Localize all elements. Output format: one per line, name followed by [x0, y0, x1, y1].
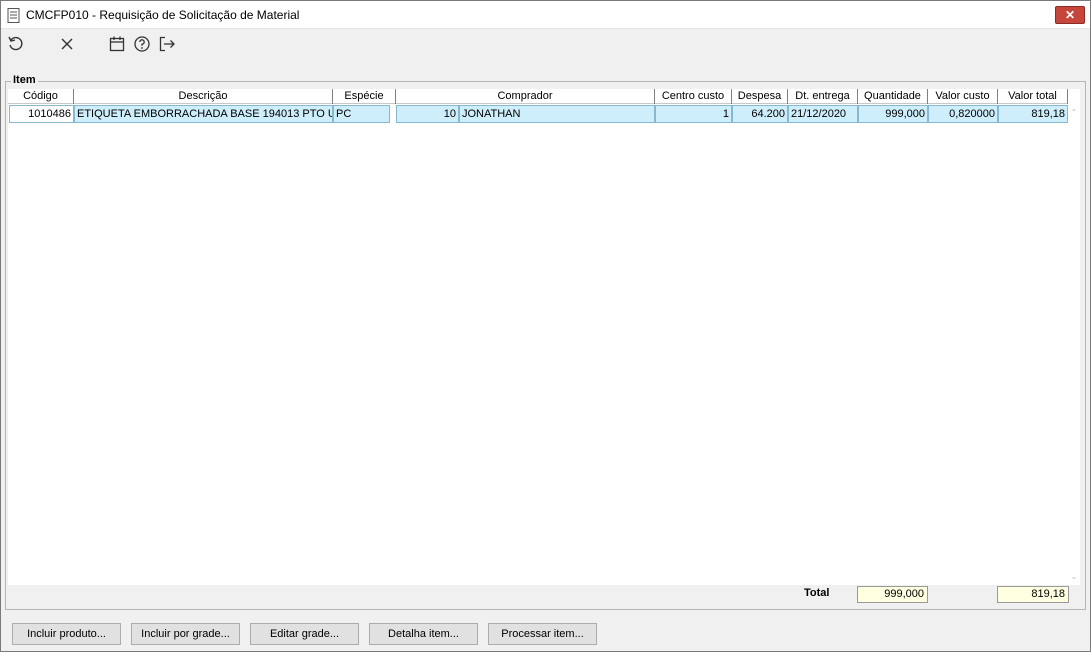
cell-despesa[interactable]: 64.200 — [732, 105, 788, 123]
cell-descricao[interactable]: ETIQUETA EMBORRACHADA BASE 194013 PTO U — [74, 105, 333, 123]
processar-item-button[interactable]: Processar item... — [488, 623, 597, 645]
column-header-valor-custo[interactable]: Valor custo — [928, 89, 998, 104]
calendar-icon[interactable] — [108, 35, 126, 53]
vertical-scrollbar[interactable]: ⌃ ⌄ — [1068, 105, 1080, 585]
column-header-centro-custo[interactable]: Centro custo — [655, 89, 732, 104]
column-header-especie[interactable]: Espécie — [333, 89, 396, 104]
help-icon[interactable] — [133, 35, 151, 53]
window-close-button[interactable]: ✕ — [1055, 6, 1085, 24]
incluir-por-grade-button[interactable]: Incluir por grade... — [131, 623, 240, 645]
items-grid[interactable]: Código Descrição Espécie Comprador Centr… — [8, 89, 1080, 585]
cell-comprador-codigo[interactable]: 10 — [396, 105, 459, 123]
total-valor: 819,18 — [997, 586, 1069, 603]
cell-valor-total[interactable]: 819,18 — [998, 105, 1068, 123]
column-header-dt-entrega[interactable]: Dt. entrega — [788, 89, 858, 104]
cell-especie[interactable]: PC — [333, 105, 390, 123]
grid-header: Código Descrição Espécie Comprador Centr… — [8, 89, 1068, 104]
scroll-down-icon[interactable]: ⌄ — [1070, 573, 1078, 581]
cell-comprador-nome[interactable]: JONATHAN — [459, 105, 655, 123]
incluir-produto-button[interactable]: Incluir produto... — [12, 623, 121, 645]
main-window: CMCFP010 - Requisição de Solicitação de … — [0, 0, 1091, 652]
close-icon[interactable] — [58, 35, 76, 53]
cell-dt-entrega[interactable]: 21/12/2020 — [788, 105, 858, 123]
window-title: CMCFP010 - Requisição de Solicitação de … — [26, 8, 300, 22]
total-quantidade: 999,000 — [857, 586, 928, 603]
column-header-valor-total[interactable]: Valor total — [998, 89, 1068, 104]
exit-icon[interactable] — [158, 35, 176, 53]
cell-valor-custo[interactable]: 0,820000 — [928, 105, 998, 123]
toolbar — [1, 29, 1090, 59]
undo-icon[interactable] — [7, 35, 25, 53]
table-row[interactable]: 1010486 ETIQUETA EMBORRACHADA BASE 19401… — [9, 105, 1068, 123]
column-header-codigo[interactable]: Código — [8, 89, 74, 104]
column-header-despesa[interactable]: Despesa — [732, 89, 788, 104]
column-header-descricao[interactable]: Descrição — [74, 89, 333, 104]
total-label: Total — [804, 587, 830, 599]
scroll-up-icon[interactable]: ⌃ — [1070, 109, 1078, 117]
detalha-item-button[interactable]: Detalha item... — [369, 623, 478, 645]
cell-centro-custo[interactable]: 1 — [655, 105, 732, 123]
column-header-comprador[interactable]: Comprador — [396, 89, 655, 104]
column-header-quantidade[interactable]: Quantidade — [858, 89, 928, 104]
editar-grade-button[interactable]: Editar grade... — [250, 623, 359, 645]
item-group-legend: Item — [11, 74, 38, 86]
cell-codigo-value: 1010486 — [28, 108, 71, 120]
cell-quantidade[interactable]: 999,000 — [858, 105, 928, 123]
document-icon — [7, 8, 21, 23]
title-bar: CMCFP010 - Requisição de Solicitação de … — [1, 1, 1090, 29]
cell-codigo[interactable]: 1010486 — [9, 105, 74, 123]
